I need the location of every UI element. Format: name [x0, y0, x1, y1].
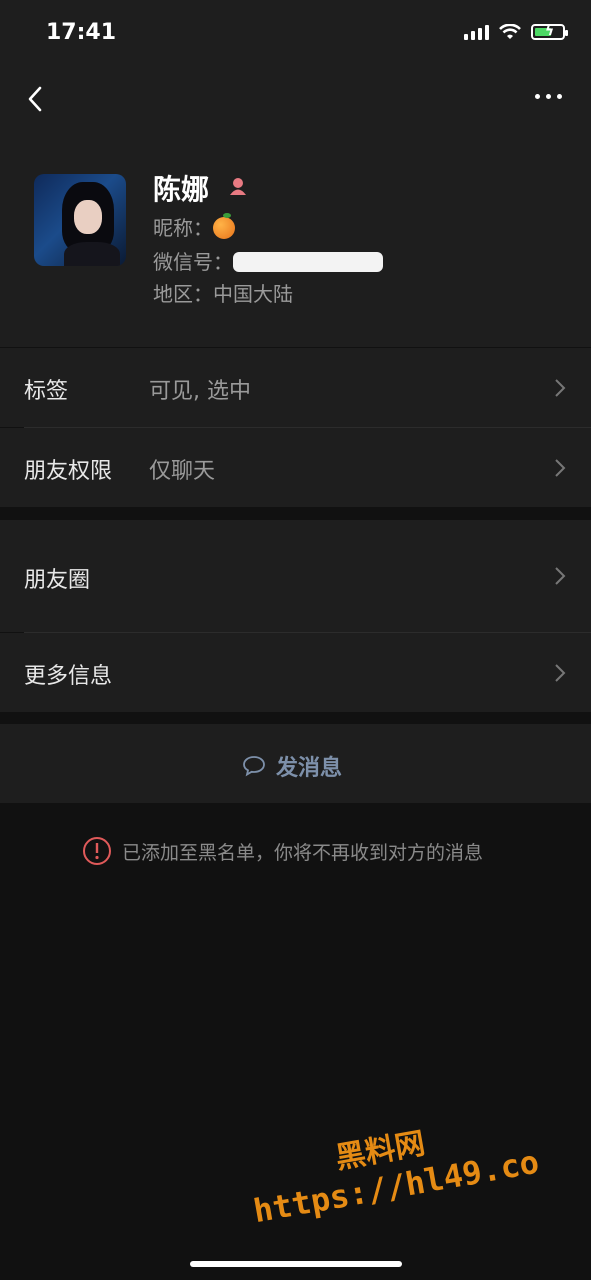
tags-label: 标签	[24, 379, 69, 404]
region-value: 中国大陆	[213, 282, 293, 306]
friend-permissions-label: 朋友权限	[24, 459, 113, 484]
friend-permissions-row[interactable]: 朋友权限 仅聊天	[0, 428, 591, 507]
chevron-right-icon	[555, 459, 566, 477]
redacted-scribble	[233, 251, 383, 272]
tags-row[interactable]: 标签 可见, 选中	[0, 348, 591, 427]
watermark: 黑料网 https://hl49.co	[243, 1092, 587, 1258]
profile-header: 陈娜 昵称： 微信号： 地区：中国大陆	[0, 130, 591, 347]
home-indicator	[190, 1261, 402, 1267]
chevron-right-icon	[555, 567, 566, 585]
region-row: 地区：中国大陆	[153, 278, 293, 307]
warning-circle-icon	[83, 837, 111, 865]
cellular-signal-icon	[464, 24, 489, 40]
status-time: 17:41	[46, 20, 117, 45]
nav-bar	[0, 70, 591, 130]
wechat-id-row: 微信号：	[153, 246, 383, 275]
friend-permissions-value: 仅聊天	[149, 459, 216, 484]
nickname-label: 昵称：	[153, 216, 213, 240]
chevron-right-icon	[555, 379, 566, 397]
back-chevron-icon[interactable]	[22, 84, 52, 114]
orange-emoji-icon	[213, 212, 235, 239]
female-gender-icon	[230, 178, 246, 195]
send-message-label: 发消息	[276, 756, 343, 781]
contact-name: 陈娜	[153, 173, 210, 206]
moments-row[interactable]: 朋友圈	[0, 520, 591, 632]
send-message-button[interactable]: 发消息	[0, 724, 591, 803]
battery-charging-icon: ϟ	[531, 23, 568, 40]
wifi-icon	[499, 24, 521, 39]
status-icons: ϟ	[464, 23, 568, 40]
chevron-right-icon	[555, 664, 566, 682]
avatar[interactable]	[34, 174, 126, 266]
nickname-row: 昵称：	[153, 212, 235, 241]
wechat-id-label: 微信号：	[153, 250, 233, 274]
more-info-label: 更多信息	[24, 664, 113, 689]
region-label: 地区：	[153, 282, 213, 306]
blacklist-notice-text: 已添加至黑名单，你将不再收到对方的消息	[122, 841, 484, 864]
moments-label: 朋友圈	[24, 568, 91, 593]
more-info-row[interactable]: 更多信息	[0, 633, 591, 712]
blacklist-notice: 已添加至黑名单，你将不再收到对方的消息	[82, 836, 483, 866]
more-options-icon[interactable]	[535, 94, 565, 106]
status-bar: 17:41 ϟ	[0, 0, 591, 70]
chat-bubble-icon	[243, 756, 265, 777]
tags-value: 可见, 选中	[149, 379, 251, 404]
